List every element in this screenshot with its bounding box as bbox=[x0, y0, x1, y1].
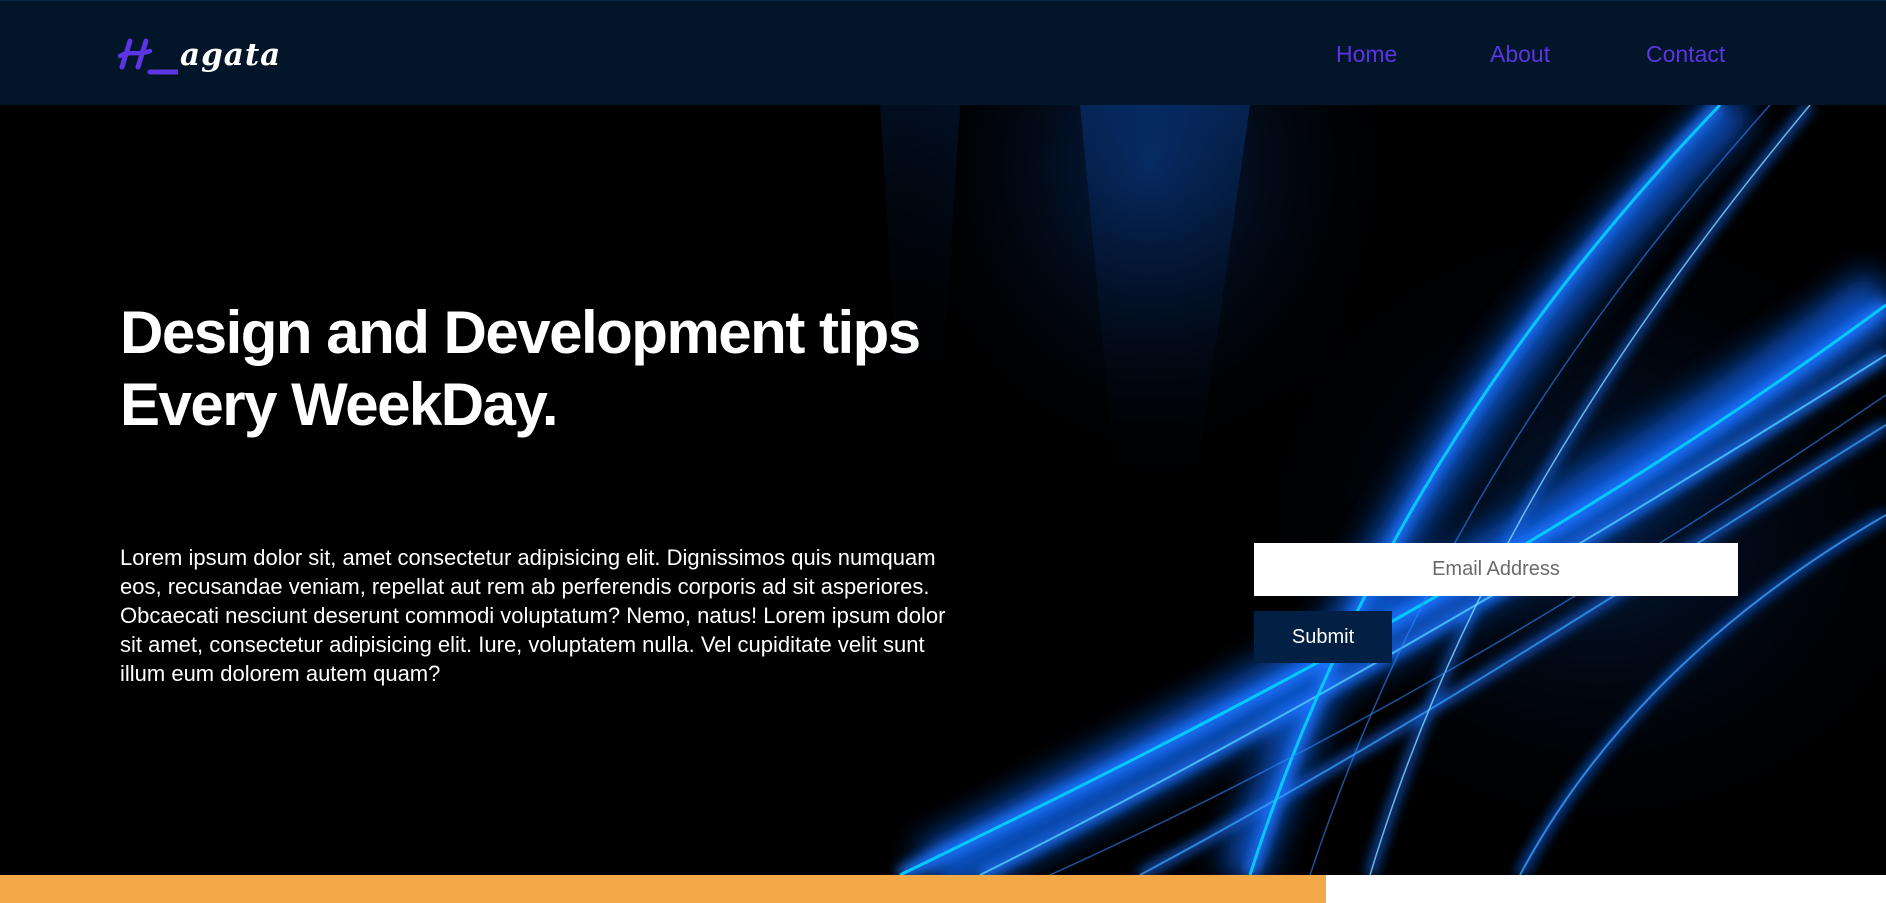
submit-button[interactable]: Submit bbox=[1254, 611, 1392, 663]
main-nav: Home About Contact bbox=[1300, 1, 1760, 106]
site-header: agata Home About Contact bbox=[0, 0, 1886, 105]
h-monogram-logo-icon bbox=[118, 38, 178, 75]
nav-link-about[interactable]: About bbox=[1490, 40, 1550, 68]
brand-wordmark: agata bbox=[180, 37, 282, 73]
hero-headline-line-1: Design and Development tips bbox=[120, 299, 921, 366]
email-input[interactable] bbox=[1254, 543, 1738, 596]
hero-section: Design and Development tips Every WeekDa… bbox=[0, 105, 1886, 875]
bottom-strip bbox=[0, 875, 1886, 903]
newsletter-form: Submit bbox=[1254, 543, 1738, 673]
brand-logo[interactable]: agata bbox=[118, 35, 308, 79]
bottom-accent-bar bbox=[0, 875, 1326, 903]
nav-link-contact[interactable]: Contact bbox=[1646, 40, 1725, 68]
nav-link-home[interactable]: Home bbox=[1336, 40, 1397, 68]
hero-headline: Design and Development tips Every WeekDa… bbox=[120, 297, 980, 441]
hero-description: Lorem ipsum dolor sit, amet consectetur … bbox=[120, 545, 946, 686]
hero-headline-line-2: Every WeekDay. bbox=[120, 371, 559, 438]
blue-light-streaks-background bbox=[880, 105, 1886, 875]
